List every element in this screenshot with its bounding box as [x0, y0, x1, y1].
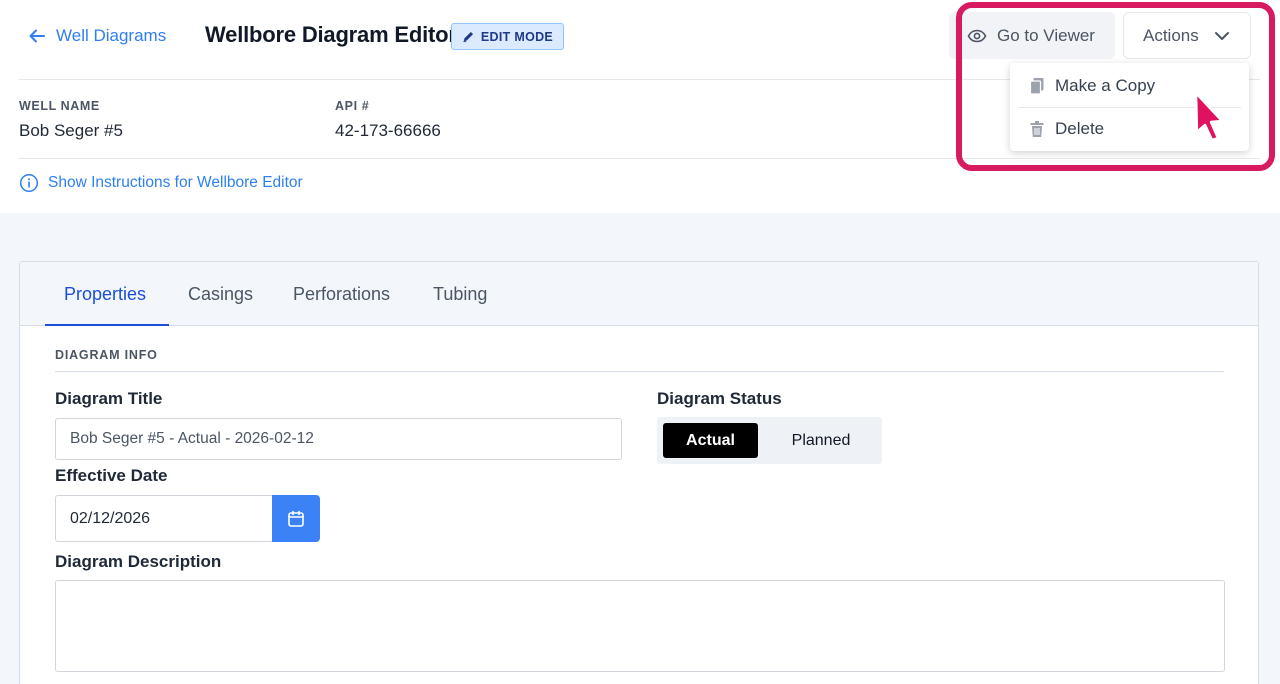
effective-date-input[interactable]: 02/12/2026 — [55, 495, 273, 542]
calendar-picker-button[interactable] — [272, 495, 320, 542]
tab-casings[interactable]: Casings — [188, 262, 253, 326]
diagram-status-label: Diagram Status — [657, 389, 782, 408]
actions-menu: Make a Copy Delete — [1010, 63, 1249, 151]
copy-icon — [1029, 78, 1044, 95]
trash-icon — [1030, 121, 1044, 137]
go-to-viewer-label: Go to Viewer — [997, 25, 1095, 45]
edit-mode-label: EDIT MODE — [480, 29, 554, 44]
actions-dropdown-button[interactable]: Actions — [1123, 12, 1251, 59]
make-a-copy-menu-item[interactable]: Make a Copy — [1010, 65, 1249, 107]
pencil-icon — [463, 31, 473, 43]
api-value: 42-173-66666 — [335, 121, 441, 140]
status-planned-button[interactable]: Planned — [765, 423, 877, 458]
diagram-description-textarea[interactable] — [55, 580, 1225, 672]
tab-properties[interactable]: Properties — [64, 262, 146, 326]
calendar-icon — [288, 510, 304, 527]
editor-card: Properties Casings Perforations Tubing D… — [19, 261, 1259, 684]
tab-bar: Properties Casings Perforations Tubing — [20, 262, 1258, 326]
section-divider — [55, 371, 1224, 372]
info-divider — [19, 158, 1260, 159]
section-label-diagram-info: DIAGRAM INFO — [55, 348, 158, 362]
show-instructions-label: Show Instructions for Wellbore Editor — [48, 174, 303, 191]
diagram-title-input[interactable]: Bob Seger #5 - Actual - 2026-02-12 — [55, 418, 622, 460]
go-to-viewer-button[interactable]: Go to Viewer — [949, 12, 1115, 59]
api-label: API # — [335, 99, 370, 113]
show-instructions-link[interactable]: Show Instructions for Wellbore Editor — [19, 172, 303, 194]
diagram-status-toggle: Actual Planned — [657, 417, 882, 464]
edit-mode-badge: EDIT MODE — [451, 23, 564, 50]
tab-tubing[interactable]: Tubing — [433, 262, 487, 326]
active-tab-indicator — [45, 324, 169, 326]
effective-date-label: Effective Date — [55, 466, 168, 485]
delete-menu-item[interactable]: Delete — [1010, 108, 1249, 150]
delete-label: Delete — [1055, 119, 1105, 138]
diagram-title-label: Diagram Title — [55, 389, 163, 408]
well-name-value: Bob Seger #5 — [19, 121, 123, 140]
status-actual-button[interactable]: Actual — [663, 423, 758, 458]
page-title: Wellbore Diagram Editor — [205, 22, 457, 47]
info-icon — [19, 173, 39, 193]
actions-label: Actions — [1143, 25, 1199, 45]
back-link-label: Well Diagrams — [56, 26, 167, 45]
arrow-left-icon — [29, 29, 45, 43]
diagram-description-label: Diagram Description — [55, 552, 222, 571]
well-name-label: WELL NAME — [19, 99, 100, 113]
tab-perforations[interactable]: Perforations — [293, 262, 390, 326]
eye-icon — [967, 29, 987, 42]
back-to-well-diagrams-link[interactable]: Well Diagrams — [28, 24, 166, 48]
make-a-copy-label: Make a Copy — [1055, 76, 1156, 95]
chevron-down-icon — [1214, 31, 1229, 40]
